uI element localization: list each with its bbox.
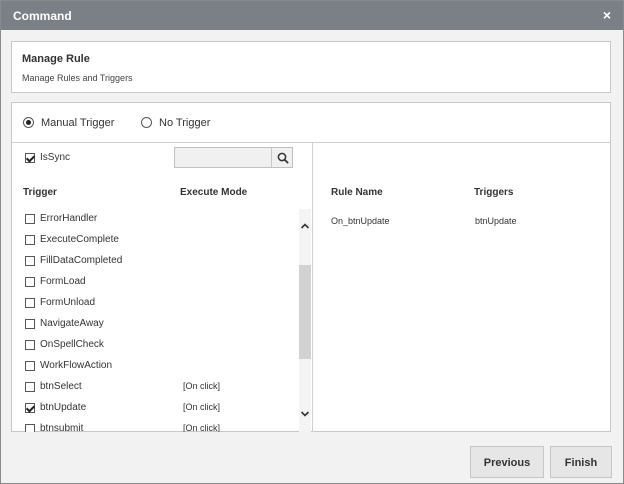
- trigger-row[interactable]: btnUpdate [On click]: [12, 398, 297, 419]
- trigger-checkbox[interactable]: [25, 361, 35, 371]
- search-divider: [271, 148, 272, 167]
- trigger-name: btnUpdate: [40, 402, 87, 413]
- trigger-row[interactable]: FillDataCompleted: [12, 251, 297, 272]
- trigger-row[interactable]: btnSelect [On click]: [12, 377, 297, 398]
- triggers-column-header: Triggers: [474, 187, 514, 198]
- trigger-checkbox[interactable]: [25, 340, 35, 350]
- search-box[interactable]: [174, 147, 293, 168]
- trigger-column-header: Trigger: [23, 187, 57, 198]
- finish-button[interactable]: Finish: [550, 446, 612, 478]
- manual-trigger-radio[interactable]: [23, 117, 34, 128]
- trigger-checkbox[interactable]: [25, 235, 35, 245]
- trigger-name: WorkFlowAction: [40, 360, 113, 371]
- issync-checkbox[interactable]: [25, 153, 35, 163]
- trigger-row[interactable]: WorkFlowAction: [12, 356, 297, 377]
- trigger-name: ExecuteComplete: [40, 234, 119, 245]
- trigger-list: ErrorHandler ExecuteComplete FillDataCom…: [12, 209, 312, 432]
- trigger-row[interactable]: ErrorHandler: [12, 209, 297, 230]
- dialog-title: Command: [13, 9, 72, 23]
- trigger-checkbox[interactable]: [25, 256, 35, 266]
- search-icon[interactable]: [276, 151, 290, 165]
- main-panel: Manual Trigger No Trigger IsSync Trigger…: [11, 102, 611, 432]
- trigger-name: NavigateAway: [40, 318, 104, 329]
- chevron-down-icon[interactable]: [300, 409, 310, 419]
- trigger-name: FormUnload: [40, 297, 96, 308]
- execute-mode-column-header: Execute Mode: [180, 187, 248, 198]
- trigger-name: ErrorHandler: [40, 213, 98, 224]
- rule-name-cell[interactable]: On_btnUpdate: [331, 216, 390, 226]
- trigger-row[interactable]: FormLoad: [12, 272, 297, 293]
- command-dialog: Command × Manage Rule Manage Rules and T…: [0, 0, 624, 484]
- chevron-up-icon[interactable]: [300, 221, 310, 231]
- trigger-checkbox[interactable]: [25, 382, 35, 392]
- trigger-row[interactable]: FormUnload: [12, 293, 297, 314]
- trigger-row[interactable]: ExecuteComplete: [12, 230, 297, 251]
- no-trigger-label[interactable]: No Trigger: [159, 117, 210, 129]
- rule-name-column-header: Rule Name: [331, 187, 383, 198]
- issync-label[interactable]: IsSync: [40, 152, 70, 163]
- trigger-name: FormLoad: [40, 276, 86, 287]
- trigger-name: btnsubmit: [40, 423, 84, 432]
- previous-button[interactable]: Previous: [470, 446, 544, 478]
- trigger-name: OnSpellCheck: [40, 339, 104, 350]
- trigger-pane: IsSync Trigger Execute Mode ErrorHandler: [12, 143, 313, 432]
- trigger-row[interactable]: OnSpellCheck: [12, 335, 297, 356]
- trigger-mode: [On click]: [183, 381, 221, 391]
- title-bar: Command ×: [1, 1, 623, 30]
- header-subtitle: Manage Rules and Triggers: [22, 73, 133, 83]
- trigger-checkbox[interactable]: [25, 277, 35, 287]
- trigger-name: btnSelect: [40, 381, 82, 392]
- trigger-name: FillDataCompleted: [40, 255, 123, 266]
- trigger-row[interactable]: btnsubmit [On click]: [12, 419, 297, 432]
- trigger-list-scrollbar[interactable]: [299, 209, 311, 432]
- close-icon[interactable]: ×: [603, 7, 611, 23]
- scroll-thumb[interactable]: [299, 265, 311, 359]
- rules-pane: Rule Name Triggers On_btnUpdate btnUpdat…: [313, 143, 610, 432]
- trigger-checkbox[interactable]: [25, 298, 35, 308]
- trigger-checkbox[interactable]: [25, 214, 35, 224]
- rule-triggers-cell[interactable]: btnUpdate: [475, 216, 517, 226]
- trigger-checkbox[interactable]: [25, 403, 35, 413]
- trigger-mode: [On click]: [183, 402, 221, 412]
- trigger-checkbox[interactable]: [25, 319, 35, 329]
- trigger-type-row: Manual Trigger No Trigger: [12, 103, 610, 143]
- manual-trigger-label[interactable]: Manual Trigger: [41, 117, 114, 129]
- search-input[interactable]: [175, 148, 269, 167]
- no-trigger-radio[interactable]: [141, 117, 152, 128]
- trigger-row[interactable]: NavigateAway: [12, 314, 297, 335]
- trigger-checkbox[interactable]: [25, 424, 35, 432]
- header-title: Manage Rule: [22, 53, 90, 65]
- trigger-mode: [On click]: [183, 423, 221, 432]
- header-panel: Manage Rule Manage Rules and Triggers: [11, 41, 611, 93]
